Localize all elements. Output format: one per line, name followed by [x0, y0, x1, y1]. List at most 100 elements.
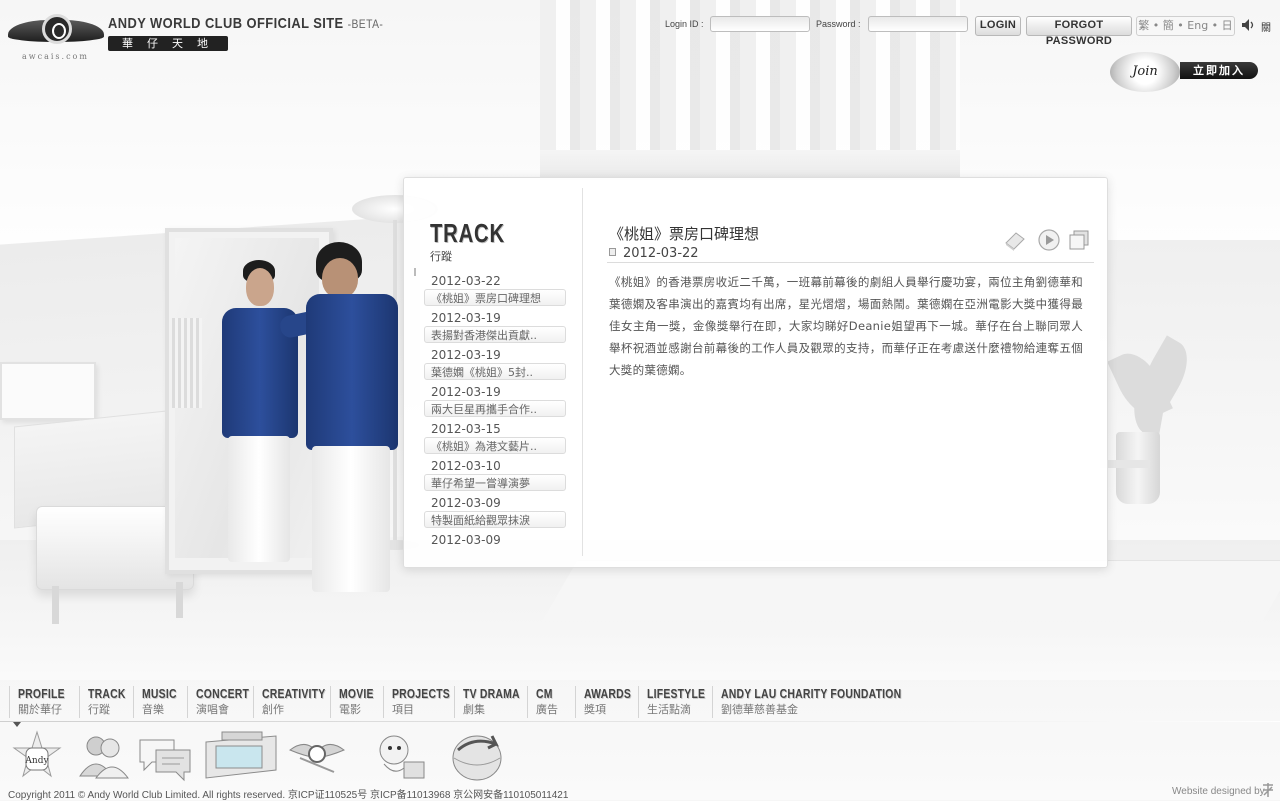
nav-label-zh: 關於華仔 [18, 703, 62, 716]
designer-credit: Website designed by [1172, 786, 1265, 797]
nav-item-lifestyle[interactable]: LIFESTYLE 生活點滴 [638, 686, 720, 718]
news-title-link[interactable]: 《桃姐》為港文藝片.. [424, 437, 566, 454]
password-input[interactable] [868, 16, 968, 32]
news-date: 2012-03-22 [431, 274, 501, 288]
nav-label-en: CONCERT [196, 686, 250, 701]
nav-label-en: LIFESTYLE [647, 686, 706, 701]
news-date: 2012-03-19 [431, 311, 501, 325]
nav-label-zh: 獎項 [584, 703, 606, 716]
nav-item-tv-drama[interactable]: TV DRAMA 劇集 [454, 686, 534, 718]
list-item: 2012-03-19 表揚對香港傑出貢獻.. [424, 308, 570, 345]
members-icon[interactable] [72, 728, 134, 784]
site-subtitle: 華仔天地 [108, 36, 228, 51]
panel-divider [582, 188, 583, 556]
armchair-leg [176, 582, 183, 618]
nav-label-en: TRACK [88, 686, 126, 701]
nav-label-en: CM [536, 686, 553, 701]
nav-item-creativity[interactable]: CREATIVITY 創作 [253, 686, 341, 718]
speaker-icon[interactable] [1241, 18, 1255, 32]
nav-label-en: PROJECTS [392, 686, 450, 701]
language-selector[interactable]: 繁 • 簡 • Eng • 日 [1136, 16, 1235, 36]
nav-label-en: MUSIC [142, 686, 177, 701]
curtain-hem [540, 150, 960, 180]
nav-label-zh: 劇集 [463, 703, 485, 716]
nav-label-en: AWARDS [584, 686, 632, 701]
news-title-link[interactable]: 兩大巨星再攜手合作.. [424, 400, 566, 417]
join-badge-icon: Join [1110, 52, 1180, 92]
news-list-scrollbar[interactable] [414, 268, 420, 548]
globe-arrow-icon[interactable] [446, 728, 508, 784]
news-date: 2012-03-19 [431, 385, 501, 399]
news-list: 2012-03-22 《桃姐》票房口碑理想 2012-03-19 表揚對香港傑出… [424, 271, 570, 547]
join-now-button[interactable]: Join 立即加入 [1110, 52, 1260, 92]
news-title-link[interactable]: 表揚對香港傑出貢獻.. [424, 326, 566, 343]
nav-item-profile[interactable]: PROFILE 關於華仔 [9, 686, 76, 718]
news-title-link[interactable]: 《桃姐》票房口碑理想 [424, 289, 566, 306]
play-icon[interactable] [1037, 228, 1061, 252]
gallery-icon[interactable] [1067, 228, 1091, 252]
nav-item-awards[interactable]: AWARDS 獎項 [575, 686, 643, 718]
list-item: 2012-03-19 葉德嫻《桃姐》5封.. [424, 345, 570, 382]
news-date: 2012-03-10 [431, 459, 501, 473]
article-rule [607, 262, 1094, 263]
copyright-text: Copyright 2011 © Andy World Club Limited… [8, 790, 569, 801]
chat-bubbles-icon[interactable] [134, 728, 196, 784]
sound-toggle-label[interactable]: 關 [1261, 19, 1271, 34]
svg-text:Andy: Andy [24, 756, 49, 766]
password-label: Password : [816, 19, 861, 29]
nav-label-zh: 行蹤 [88, 703, 110, 716]
login-id-input[interactable] [710, 16, 810, 32]
forgot-password-button[interactable]: FORGOT PASSWORD [1026, 16, 1132, 47]
list-item: 2012-03-22 《桃姐》票房口碑理想 [424, 271, 570, 308]
nav-label-zh: 生活點滴 [647, 703, 691, 716]
list-item: 2012-03-10 華仔希望一嘗導演夢 [424, 456, 570, 493]
nav-label-zh: 廣告 [536, 703, 558, 716]
logo-emblem [42, 14, 72, 44]
news-date: 2012-03-09 [431, 496, 501, 510]
nav-indicator-icon [13, 722, 21, 727]
calendar-icon [609, 248, 616, 256]
nav-label-en: MOVIE [339, 686, 374, 701]
nav-divider [0, 721, 1280, 722]
floor-rug [542, 560, 1280, 621]
site-title-text: ANDY WORLD CLUB OFFICIAL SITE [108, 15, 344, 32]
news-date: 2012-03-15 [431, 422, 501, 436]
designer-logo-icon[interactable] [1260, 782, 1276, 798]
armchair-leg [52, 586, 59, 624]
nav-label-en: TV DRAMA [463, 686, 520, 701]
site-title: ANDY WORLD CLUB OFFICIAL SITE -BETA- [108, 15, 383, 32]
eraser-icon[interactable] [1003, 228, 1027, 252]
nav-item-music[interactable]: MUSIC 音樂 [133, 686, 185, 718]
nav-item-movie[interactable]: MOVIE 電影 [330, 686, 382, 718]
nav-item-projects[interactable]: PROJECTS 項目 [383, 686, 464, 718]
nav-label-zh: 電影 [339, 703, 361, 716]
news-title-link[interactable]: 特製面紙給觀眾抹淚 [424, 511, 566, 528]
article-date: 2012-03-22 [623, 246, 699, 261]
section-title: TRACK [430, 218, 505, 248]
news-title-link[interactable]: 華仔希望一嘗導演夢 [424, 474, 566, 491]
news-date: 2012-03-19 [431, 348, 501, 362]
news-date: 2012-03-09 [431, 533, 501, 547]
cartoon-mascot-icon[interactable] [370, 728, 432, 784]
join-now-label: 立即加入 [1180, 62, 1258, 79]
wall-picture-frame [0, 362, 96, 420]
reflected-bookshelf [172, 318, 202, 408]
nav-item-cm[interactable]: CM 廣告 [527, 686, 558, 718]
winged-ring-icon[interactable] [286, 728, 348, 784]
login-button[interactable]: LOGIN [975, 16, 1021, 36]
list-item: 2012-03-15 《桃姐》為港文藝片.. [424, 419, 570, 456]
nav-item-concert[interactable]: CONCERT 演唱會 [187, 686, 262, 718]
shop-window-icon[interactable] [202, 728, 280, 784]
list-item: 2012-03-09 [424, 530, 570, 547]
nav-label-en: PROFILE [18, 686, 65, 701]
nav-label-zh: 劉德華慈善基金 [721, 703, 798, 716]
nav-label-en: ANDY LAU CHARITY FOUNDATION [721, 686, 902, 701]
track-panel: TRACK 行蹤 2012-03-22 《桃姐》票房口碑理想 2012-03-1… [403, 177, 1108, 568]
list-item: 2012-03-19 兩大巨星再攜手合作.. [424, 382, 570, 419]
article-body: 《桃姐》的香港票房收近二千萬，一班幕前幕後的劇組人員舉行慶功宴，兩位主角劉德華和… [609, 275, 1083, 377]
nav-item-charity-foundation[interactable]: ANDY LAU CHARITY FOUNDATION 劉德華慈善基金 [712, 686, 947, 718]
nav-item-track[interactable]: TRACK 行蹤 [79, 686, 135, 718]
news-title-link[interactable]: 葉德嫻《桃姐》5封.. [424, 363, 566, 380]
site-logo[interactable]: awcais.com [8, 14, 104, 62]
andy-lau-badge-icon[interactable]: Andy [6, 728, 68, 784]
